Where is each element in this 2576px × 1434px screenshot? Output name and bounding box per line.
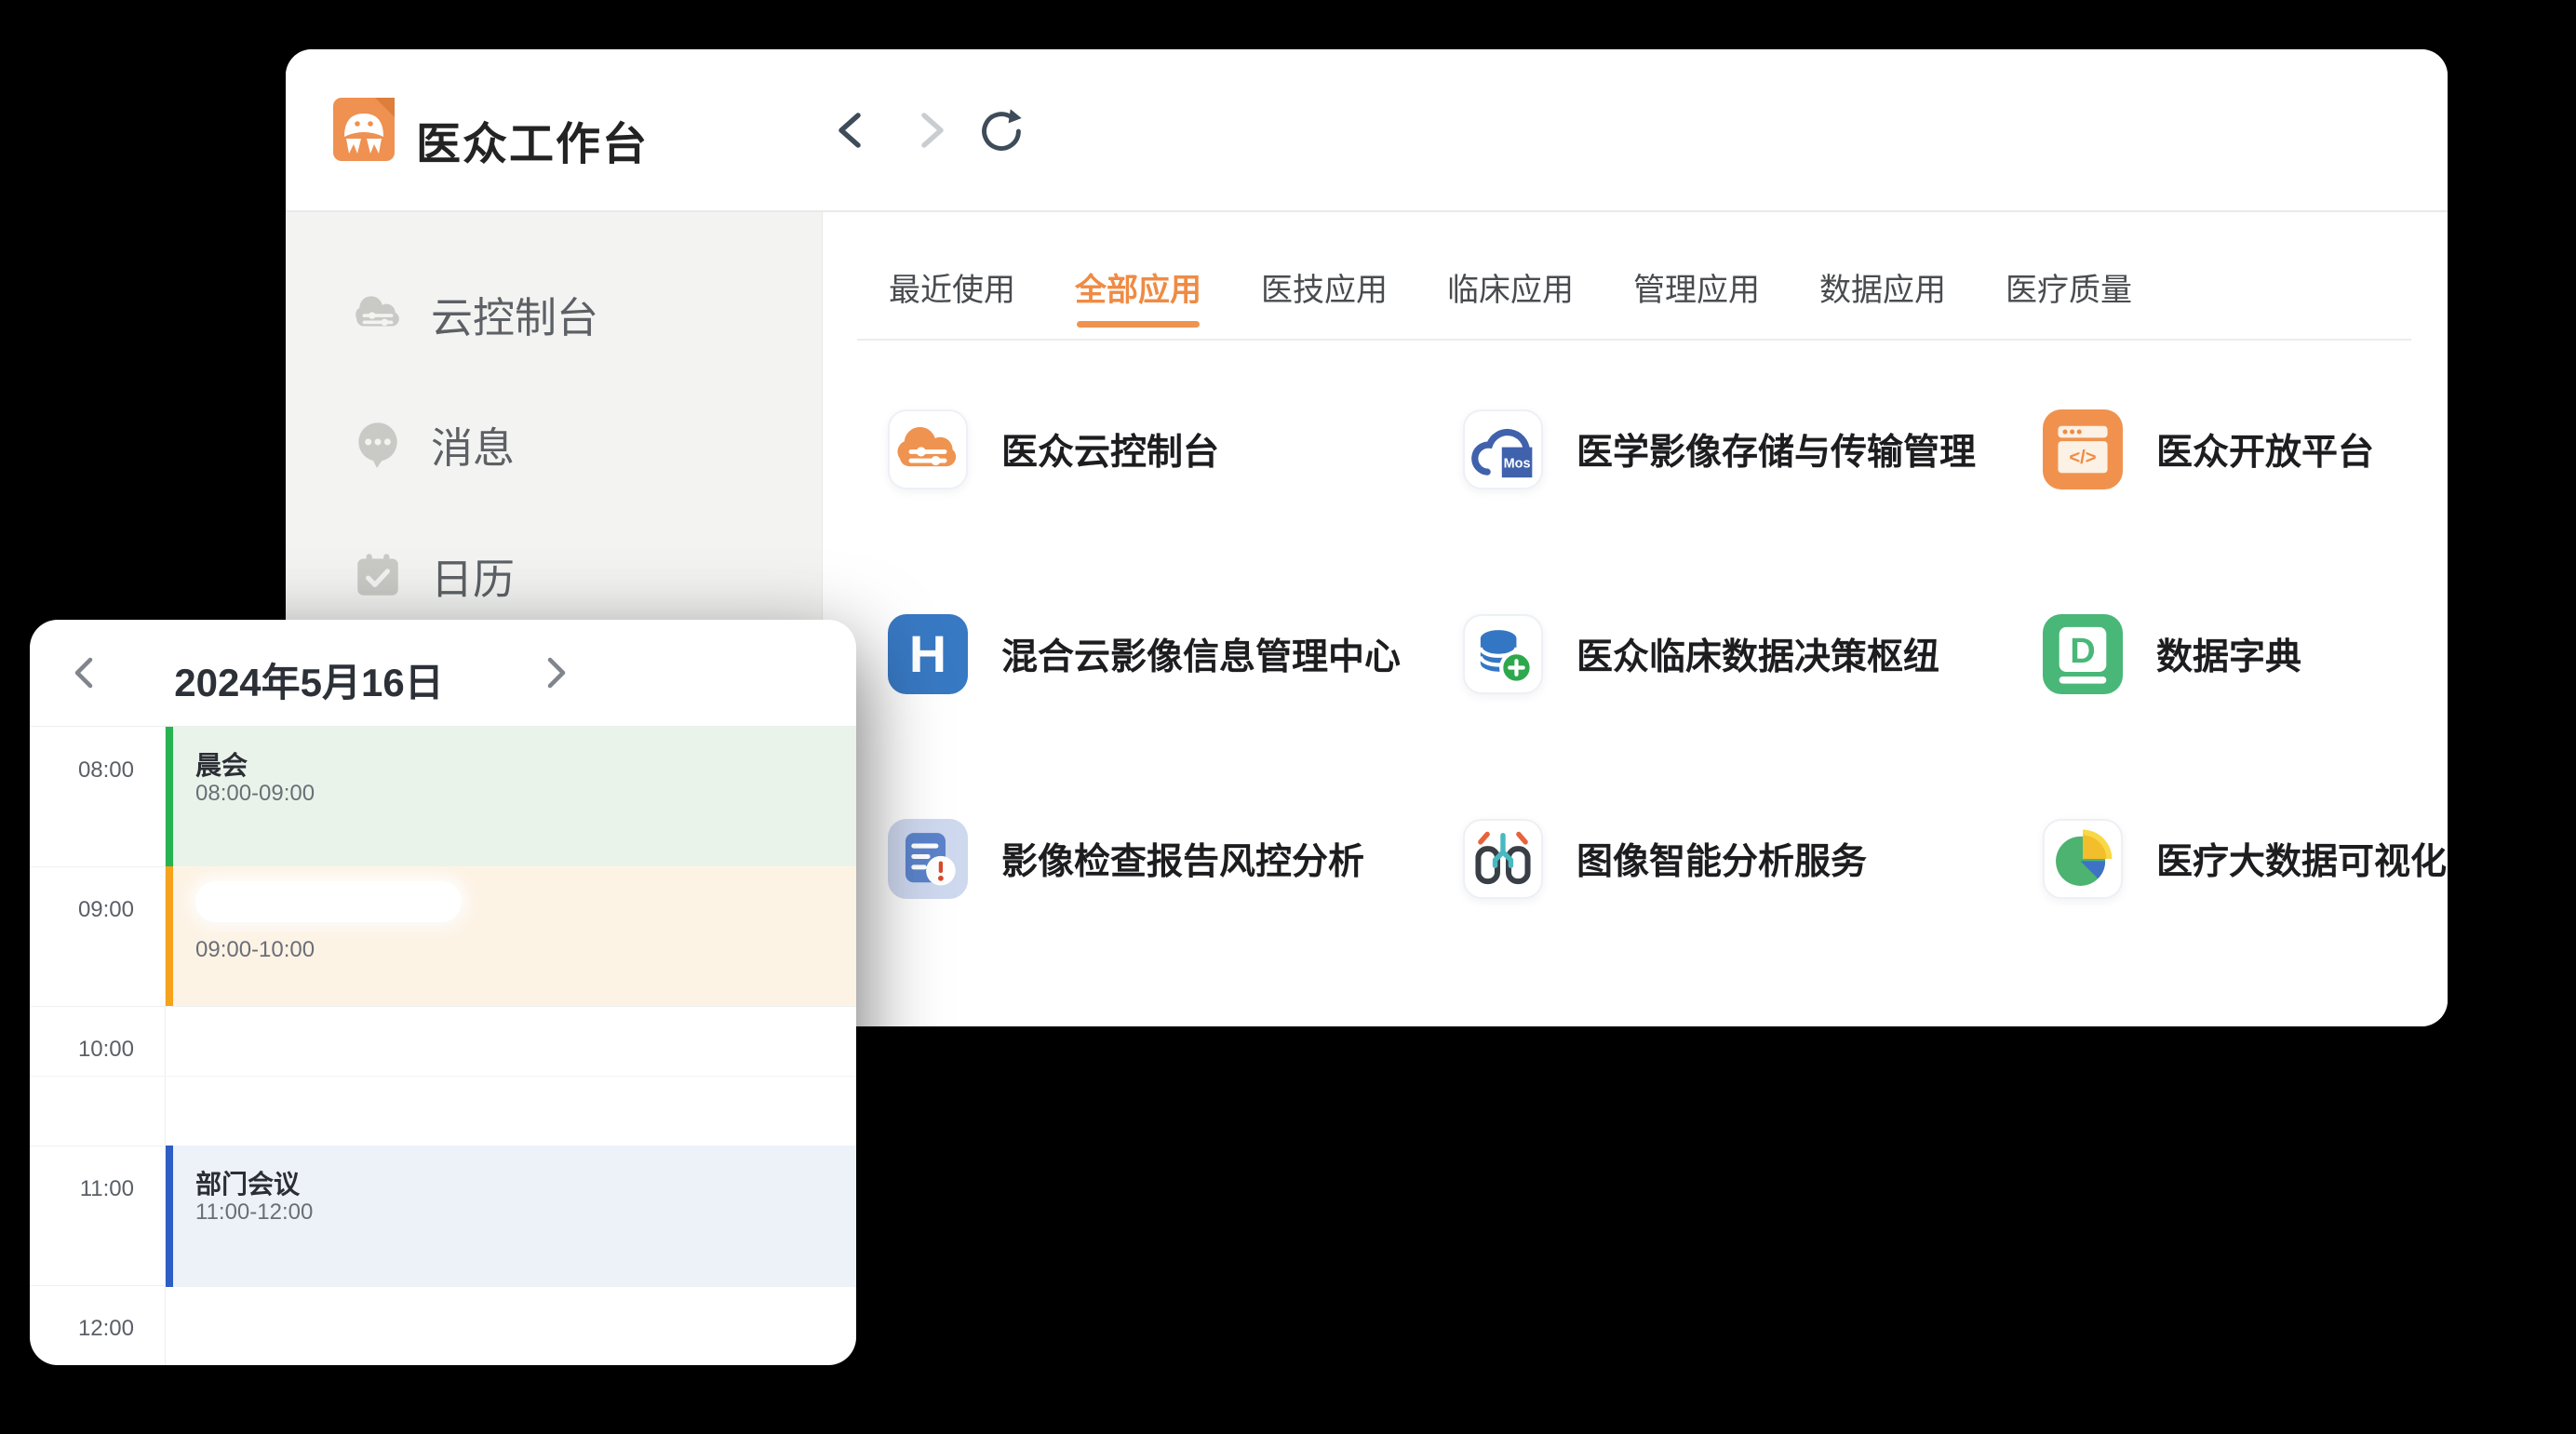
h-letter: H (909, 625, 946, 683)
back-button[interactable] (830, 108, 875, 153)
calendar-panel: 2024年5月16日 08:00 09:00 10:00 11:00 12:00… (30, 620, 856, 1365)
refresh-button[interactable] (977, 106, 1026, 154)
d-letter: D (2070, 632, 2095, 671)
tab-data-apps[interactable]: 数据应用 (1819, 266, 1946, 315)
calendar-check-icon (351, 548, 405, 602)
app-clinical-data-hub[interactable]: 医众临床数据决策枢纽 (1463, 614, 1939, 694)
cloud-sliders-icon (888, 409, 968, 489)
app-big-data-visualization[interactable]: 医疗大数据可视化 (2043, 819, 2447, 899)
calendar-event-department-meeting[interactable]: 部门会议 11:00-12:00 (166, 1146, 856, 1287)
calendar-date-label: 2024年5月16日 (132, 651, 486, 708)
tab-quality[interactable]: 医疗质量 (2006, 266, 2132, 315)
titlebar: 医众工作台 (286, 49, 2448, 212)
calendar-header: 2024年5月16日 (30, 620, 856, 727)
app-title: 医众工作台 (416, 107, 649, 172)
sidebar-item-label: 云控制台 (431, 284, 598, 344)
app-report-risk-analysis[interactable]: 影像检查报告风控分析 (888, 819, 1364, 899)
tab-recent[interactable]: 最近使用 (889, 266, 1015, 315)
chevron-left-icon (67, 654, 104, 691)
dictionary-book-icon: D (2043, 614, 2123, 694)
app-label: 医众云控制台 (1001, 423, 1219, 476)
time-label: 12:00 (30, 1316, 134, 1342)
tabs-divider (857, 339, 2411, 341)
event-time: 09:00-10:00 (195, 937, 315, 963)
time-label: 10:00 (30, 1037, 134, 1063)
time-label: 09:00 (30, 897, 134, 923)
time-label: 08:00 (30, 757, 134, 784)
database-plus-icon (1463, 614, 1543, 694)
event-title: 晨会 (195, 745, 248, 783)
app-label: 图像智能分析服务 (1576, 833, 1867, 885)
cloud-console-icon (351, 287, 405, 341)
tab-medtech-apps[interactable]: 医技应用 (1261, 266, 1388, 315)
calendar-prev-button[interactable] (67, 654, 104, 691)
tab-management-apps[interactable]: 管理应用 (1633, 266, 1760, 315)
chevron-right-icon (536, 654, 573, 691)
app-label: 医众临床数据决策枢纽 (1576, 628, 1939, 680)
lungs-ai-icon (1463, 819, 1543, 899)
app-logo-icon (333, 98, 395, 161)
event-title: 部门会议 (195, 1164, 300, 1201)
calendar-day-grid: 08:00 09:00 10:00 11:00 12:00 晨会 08:00-0… (30, 727, 856, 1365)
redacted-event-title (195, 881, 462, 922)
sidebar-item-cloud-console[interactable]: 云控制台 (286, 257, 822, 370)
half-hour-line (30, 1076, 856, 1077)
pie-chart-icon (2043, 819, 2123, 899)
sidebar-item-calendar[interactable]: 日历 (286, 518, 822, 632)
time-label: 11:00 (30, 1176, 134, 1202)
cloud-storage-icon: Mos (1463, 409, 1543, 489)
hour-line (30, 1006, 856, 1007)
sidebar-item-messages[interactable]: 消息 (286, 387, 822, 501)
calendar-event-redacted[interactable]: 09:00-10:00 (166, 866, 856, 1006)
app-label: 医疗大数据可视化 (2156, 833, 2447, 885)
hospital-letter-icon: H (888, 614, 968, 694)
app-cloud-console[interactable]: 医众云控制台 (888, 409, 1219, 489)
chevron-right-icon (907, 108, 952, 153)
screen: 医众工作台 (0, 0, 2576, 1434)
app-open-platform[interactable]: </> 医众开放平台 (2043, 409, 2374, 489)
open-platform-code-icon: </> (2043, 409, 2123, 489)
forward-button[interactable] (907, 108, 952, 153)
app-label: 混合云影像信息管理中心 (1001, 628, 1401, 680)
event-time: 11:00-12:00 (195, 1199, 313, 1226)
app-label: 影像检查报告风控分析 (1001, 833, 1364, 885)
chevron-left-icon (830, 108, 875, 153)
category-tabs: 最近使用 全部应用 医技应用 临床应用 管理应用 数据应用 医疗质量 (889, 266, 2132, 315)
refresh-icon (977, 106, 1026, 154)
calendar-event-morning-meeting[interactable]: 晨会 08:00-09:00 (166, 727, 856, 866)
message-bubble-icon (351, 417, 405, 471)
tab-all-apps[interactable]: 全部应用 (1075, 266, 1201, 315)
app-hybrid-cloud-imaging[interactable]: H 混合云影像信息管理中心 (888, 614, 1401, 694)
calendar-next-button[interactable] (536, 654, 573, 691)
app-label: 医学影像存储与传输管理 (1576, 423, 1976, 476)
sidebar-item-label: 日历 (431, 545, 515, 606)
report-alert-icon (888, 819, 968, 899)
tab-clinical-apps[interactable]: 临床应用 (1447, 266, 1574, 315)
mos-label: Mos (1504, 456, 1531, 471)
app-imaging-storage[interactable]: Mos 医学影像存储与传输管理 (1463, 409, 1976, 489)
app-launcher-content: 最近使用 全部应用 医技应用 临床应用 管理应用 数据应用 医疗质量 (824, 212, 2448, 1026)
app-label: 数据字典 (2156, 628, 2301, 680)
app-label: 医众开放平台 (2156, 423, 2374, 476)
app-data-dictionary[interactable]: D 数据字典 (2043, 614, 2301, 694)
event-time: 08:00-09:00 (195, 781, 315, 807)
sidebar-item-label: 消息 (431, 414, 515, 475)
app-image-ai-analysis[interactable]: 图像智能分析服务 (1463, 819, 1867, 899)
code-glyph: </> (2069, 448, 2096, 468)
